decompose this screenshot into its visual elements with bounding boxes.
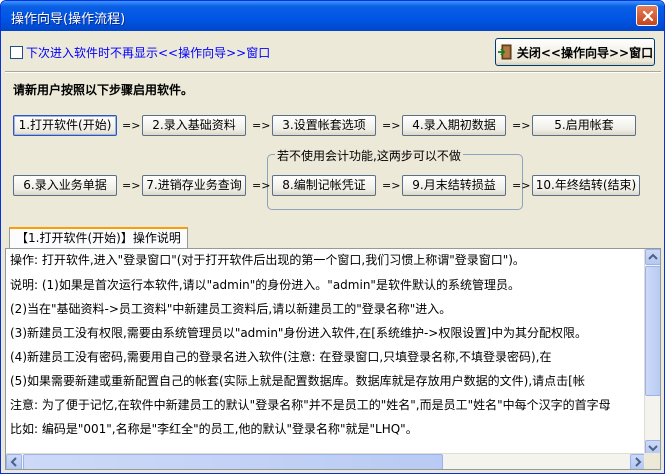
dont-show-again-row[interactable]: 下次进入软件时不再显示<<操作向导>>窗口 [10, 44, 270, 61]
exit-door-icon [497, 44, 512, 60]
flow-arrow: => [252, 179, 271, 192]
flow-arrow: => [122, 179, 141, 192]
scroll-up-button[interactable] [645, 249, 660, 265]
flow-arrow: => [512, 179, 531, 192]
step-1-button[interactable]: 1.打开软件(开始) [13, 115, 117, 136]
step-3-button[interactable]: 3.设置帐套选项 [272, 115, 376, 136]
instruction-line: 注意: 为了便于记忆,在软件中新建员工的默认"登录名称"并不是员工的"姓名",而… [10, 398, 611, 412]
wizard-window: 操作向导(操作流程) 下次进入软件时不再显示<<操作向导>>窗口 关闭<<操作向… [0, 0, 665, 474]
instruction-line: (3)新建员工没有权限,需要由系统管理员以"admin"身份进入软件,在[系统维… [10, 326, 588, 340]
step-7-button[interactable]: 7.进销存业务查询 [142, 175, 246, 196]
dont-show-again-label[interactable]: 下次进入软件时不再显示<<操作向导>>窗口 [26, 44, 270, 61]
flow-arrow: => [512, 119, 531, 132]
flow-arrow: => [382, 179, 401, 192]
scroll-corner [644, 453, 660, 469]
step-2-button[interactable]: 2.录入基础资料 [142, 115, 246, 136]
flow-arrow: => [122, 119, 141, 132]
window-close-button[interactable] [636, 5, 658, 26]
tab-instructions[interactable]: 【1.打开软件(开始)】操作说明 [9, 227, 188, 249]
instruction-line: 说明: (1)如果是首次运行本软件,请以"admin"的身份进入。"admin"… [10, 278, 520, 292]
step-6-button[interactable]: 6.录入业务单据 [13, 175, 117, 196]
instructions-text[interactable]: 操作: 打开软件,进入"登录窗口"(对于打开软件后出现的第一个窗口,我们习惯上称… [6, 249, 646, 456]
vertical-scrollbar[interactable] [644, 249, 660, 456]
instruction-line: (2)当在"基础资料->员工资料"中新建员工资料后,请以新建员工的"登录名称"进… [10, 302, 452, 316]
workflow-panel: 请新用户按照以下步骤启用软件。 1.打开软件(开始) => 2.录入基础资料 =… [5, 75, 661, 223]
chevron-up-icon [648, 253, 658, 260]
top-divider [5, 71, 661, 73]
chevron-right-icon [635, 457, 642, 467]
step-4-button[interactable]: 4.录入期初数据 [402, 115, 506, 136]
close-wizard-label: 关闭<<操作向导>>窗口 [516, 45, 654, 60]
close-wizard-button[interactable]: 关闭<<操作向导>>窗口 [495, 38, 655, 66]
dont-show-again-checkbox[interactable] [10, 46, 23, 59]
workflow-intro: 请新用户按照以下步骤启用软件。 [13, 83, 194, 97]
instruction-line: 操作: 打开软件,进入"登录窗口"(对于打开软件后出现的第一个窗口,我们习惯上称… [10, 253, 525, 267]
accounting-group-title: 若不使用会计功能,这两步可以不做 [275, 147, 463, 164]
title-bar[interactable]: 操作向导(操作流程) [1, 1, 664, 31]
vertical-scroll-thumb[interactable] [645, 266, 660, 396]
flow-arrow: => [252, 119, 271, 132]
window-title: 操作向导(操作流程) [11, 12, 126, 27]
tab-bar: 【1.打开软件(开始)】操作说明 [5, 227, 661, 249]
horizontal-scroll-thumb[interactable] [23, 454, 443, 469]
scroll-left-button[interactable] [6, 454, 22, 469]
horizontal-scrollbar[interactable] [6, 453, 646, 469]
top-bar: 下次进入软件时不再显示<<操作向导>>窗口 关闭<<操作向导>>窗口 [5, 33, 661, 71]
step-10-button[interactable]: 10.年终结转(结束) [532, 175, 640, 196]
close-icon [642, 10, 654, 22]
step-5-button[interactable]: 5.启用帐套 [532, 115, 636, 136]
step-9-button[interactable]: 9.月末结转损益 [402, 175, 506, 196]
instructions-panel: 操作: 打开软件,进入"登录窗口"(对于打开软件后出现的第一个窗口,我们习惯上称… [5, 248, 661, 470]
step-8-button[interactable]: 8.编制记帐凭证 [272, 175, 376, 196]
instruction-line: (4)新建员工没有密码,需要用自己的登录名进入软件(注意: 在登录窗口,只填登录… [10, 350, 552, 364]
instruction-line: (5)如果需要新建或重新配置自己的帐套(实际上就是配置数据库。数据库就是存放用户… [10, 374, 585, 388]
flow-arrow: => [382, 119, 401, 132]
instruction-line: 比如: 编码是"001",名称是"李红全"的员工,他的默认"登录名称"就是"LH… [10, 422, 418, 436]
chevron-left-icon [10, 457, 17, 467]
